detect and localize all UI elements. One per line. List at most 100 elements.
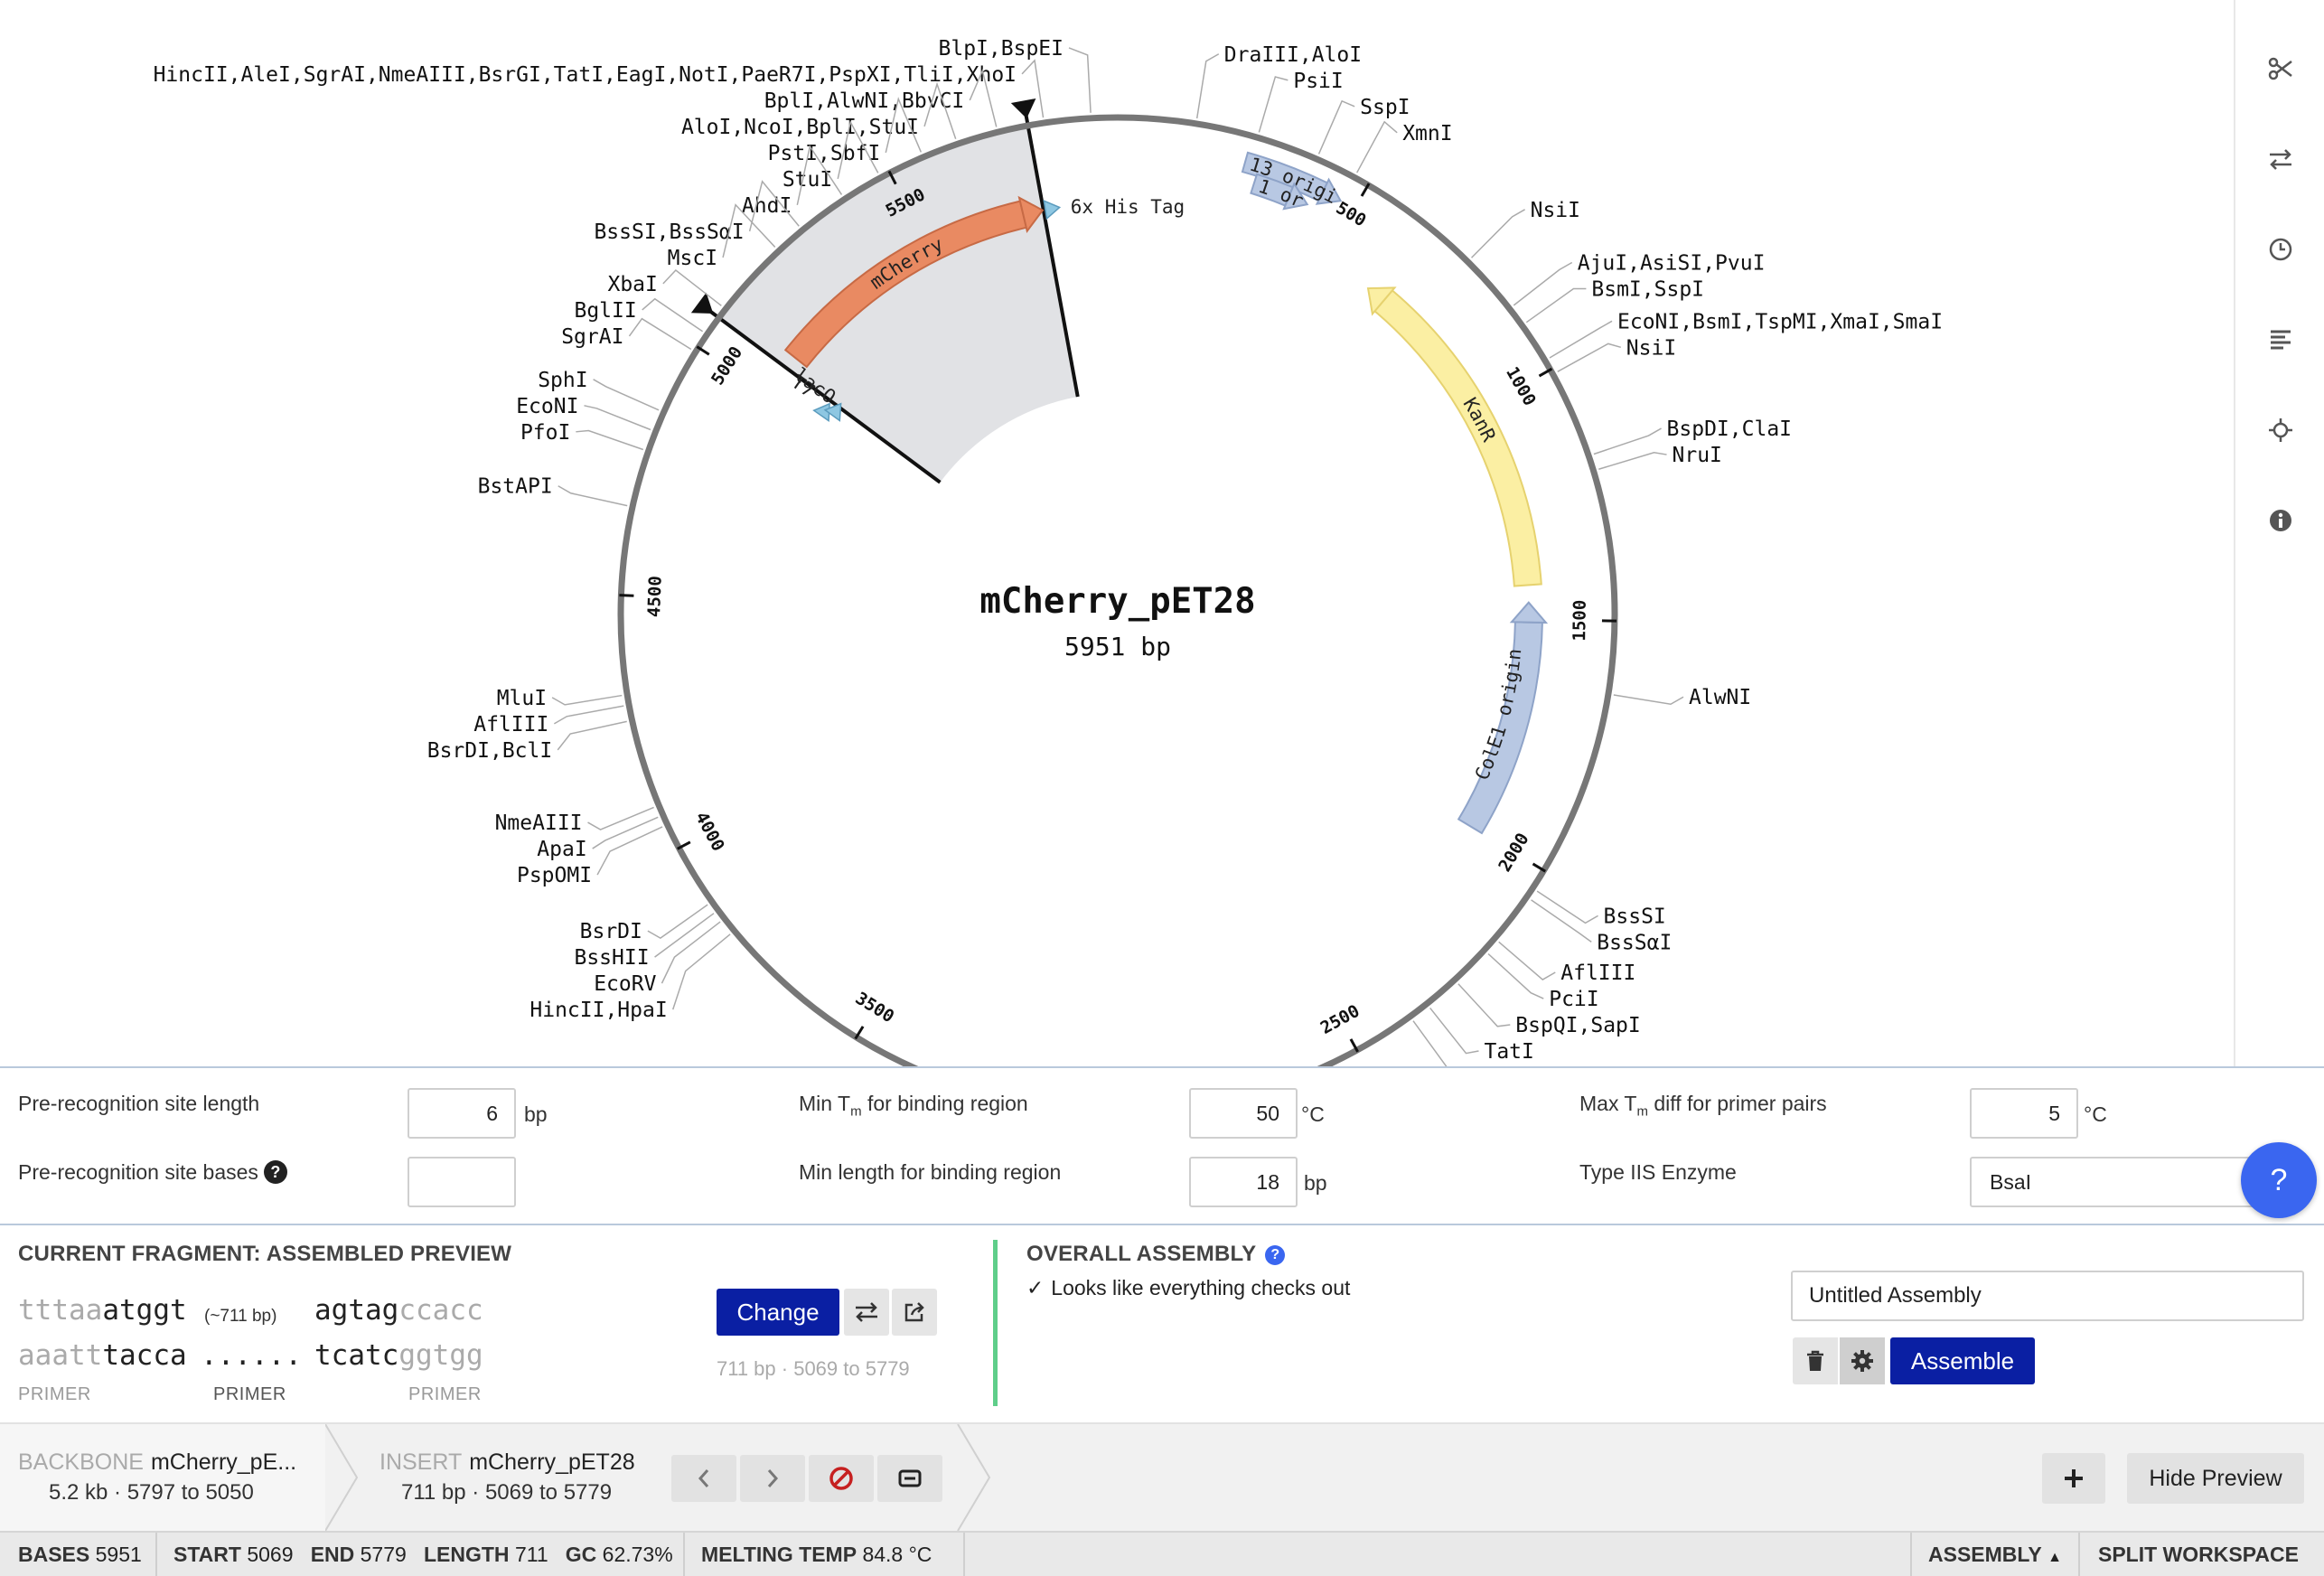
assemble-button[interactable]: Assemble bbox=[1890, 1337, 2035, 1384]
enzyme-label[interactable]: BstAPI bbox=[478, 475, 553, 499]
enzyme-cut-site[interactable]: SgrAI bbox=[561, 317, 692, 351]
enzyme-label[interactable]: ApaI bbox=[537, 838, 586, 861]
enzyme-cut-site[interactable]: PsiI bbox=[1258, 70, 1344, 133]
enzyme-label[interactable]: BsrDI,BclI bbox=[427, 739, 552, 763]
selection-cursor-marker[interactable] bbox=[690, 292, 714, 314]
enzyme-cut-site[interactable]: XmnI bbox=[1356, 120, 1453, 174]
enzyme-label[interactable]: AjuI,AsiSI,PvuI bbox=[1578, 252, 1766, 276]
next-fragment-button[interactable] bbox=[740, 1455, 805, 1502]
plasmid-map-viewer[interactable]: 500 1000 1500 2000 2500 3500 4000 4500 5000 5500 … bbox=[0, 0, 2234, 1066]
enzyme-label[interactable]: NmeAIII bbox=[495, 811, 583, 835]
enzyme-cut-site[interactable]: AflIII bbox=[473, 705, 624, 736]
enzyme-label[interactable]: AlwNI bbox=[1689, 686, 1751, 709]
feature-m13-origin[interactable]: M13 origin bbox=[0, 0, 1343, 208]
enzyme-label[interactable]: PfoI bbox=[520, 421, 570, 445]
enzyme-cut-site[interactable]: NruI bbox=[1598, 444, 1722, 470]
min-tm-input[interactable]: 50 bbox=[1189, 1088, 1298, 1139]
remove-fragment-button[interactable] bbox=[809, 1455, 874, 1502]
plasmid-map[interactable]: 500100015002000250035004000450050005500 … bbox=[0, 0, 2234, 1066]
split-workspace-toggle[interactable]: SPLIT WORKSPACE bbox=[2098, 1533, 2299, 1576]
enzyme-label[interactable]: AflIII bbox=[1560, 962, 1635, 985]
enzyme-label[interactable]: AhdI bbox=[742, 194, 792, 218]
enzyme-label[interactable]: TatI bbox=[1484, 1040, 1533, 1064]
max-tm-diff-input[interactable]: 5 bbox=[1970, 1088, 2078, 1139]
enzyme-cut-site[interactable]: BssSI bbox=[1536, 890, 1666, 928]
feature-kanr[interactable]: KanR bbox=[1364, 286, 1542, 587]
enzyme-label[interactable]: StuI bbox=[782, 168, 832, 192]
feature-cole1-origin[interactable]: ColE1 origin bbox=[1457, 601, 1549, 835]
enzyme-cut-site[interactable]: SspI bbox=[1317, 96, 1410, 155]
enzyme-label[interactable]: EcoRV bbox=[594, 972, 656, 996]
enzyme-label[interactable]: SspI bbox=[1360, 96, 1410, 119]
enzyme-layer[interactable]: BlpI,BspEIHincII,AleI,SgrAI,NmeAIII,BsrG… bbox=[154, 37, 1943, 1066]
enzyme-label[interactable]: NsiI bbox=[1531, 199, 1580, 222]
assembly-name-input[interactable]: Untitled Assembly bbox=[1791, 1271, 2304, 1321]
enzyme-label[interactable]: SphI bbox=[538, 369, 587, 392]
feature-f1-ori[interactable]: F1 ori bbox=[0, 0, 1309, 212]
hide-preview-button[interactable]: Hide Preview bbox=[2127, 1453, 2304, 1504]
enzyme-select[interactable]: BsaI bbox=[1970, 1157, 2268, 1207]
delete-assembly-button[interactable] bbox=[1793, 1337, 1838, 1384]
enzyme-cut-site[interactable]: EcoNI,BsmI,TspMI,XmaI,SmaI bbox=[1549, 310, 1943, 359]
export-fragment-button[interactable] bbox=[892, 1289, 937, 1336]
enzyme-label[interactable]: PspOMI bbox=[517, 864, 592, 887]
enzyme-label[interactable]: DraIII,AloI bbox=[1224, 43, 1362, 67]
enzyme-cut-site[interactable]: AlwNI bbox=[1613, 686, 1751, 709]
pre-site-length-input[interactable]: 6 bbox=[408, 1088, 516, 1139]
enzyme-label[interactable]: BspDI,ClaI bbox=[1667, 417, 1792, 441]
add-fragment-button[interactable] bbox=[2042, 1453, 2105, 1504]
enzyme-label[interactable]: BssSI bbox=[1604, 905, 1666, 928]
enzyme-cut-site[interactable]: NmeAIII bbox=[495, 806, 654, 835]
prev-fragment-button[interactable] bbox=[671, 1455, 736, 1502]
enzyme-label[interactable]: PsiI bbox=[1293, 70, 1343, 93]
enzyme-label[interactable]: BssHII bbox=[574, 946, 649, 970]
enzyme-label[interactable]: BsmI,SspI bbox=[1591, 278, 1704, 302]
enzyme-label[interactable]: AflIII bbox=[473, 713, 548, 736]
help-icon[interactable]: ? bbox=[1265, 1245, 1286, 1265]
enzyme-label[interactable]: NsiI bbox=[1626, 336, 1676, 360]
enzyme-label[interactable]: NruI bbox=[1673, 444, 1722, 467]
enzyme-cut-site[interactable]: BsrDI bbox=[580, 904, 708, 943]
enzyme-cut-site[interactable]: NsiI bbox=[1471, 199, 1580, 258]
help-button[interactable]: ? bbox=[2241, 1142, 2317, 1218]
info-icon[interactable] bbox=[2263, 502, 2299, 539]
scissors-icon[interactable] bbox=[2263, 51, 2299, 87]
enzyme-label[interactable]: BspQI,SapI bbox=[1515, 1014, 1640, 1037]
reverse-fragment-button[interactable] bbox=[844, 1289, 889, 1336]
enzyme-cut-site[interactable]: BstAPI bbox=[478, 475, 628, 507]
enzyme-label[interactable]: PciI bbox=[1549, 988, 1598, 1011]
assembly-toggle[interactable]: ASSEMBLY ▲ bbox=[1928, 1533, 2062, 1576]
enzyme-label[interactable]: BssSαI bbox=[1597, 931, 1672, 954]
change-button[interactable]: Change bbox=[717, 1289, 839, 1336]
selection-cursor-marker[interactable] bbox=[1010, 98, 1036, 119]
enzyme-label[interactable]: BglII bbox=[574, 299, 636, 323]
align-left-icon[interactable] bbox=[2263, 322, 2299, 358]
assembly-settings-button[interactable] bbox=[1840, 1337, 1885, 1384]
enzyme-label[interactable]: BssSI,BssSαI bbox=[594, 220, 744, 244]
enzyme-cut-site[interactable]: MluI bbox=[497, 687, 623, 710]
enzyme-label[interactable]: BlpI,BspEI bbox=[939, 37, 1064, 61]
small-feature-6x-his-tag[interactable]: 6x His Tag bbox=[1043, 196, 1185, 220]
enzyme-label[interactable]: HincII,AleI,SgrAI,NmeAIII,BsrGI,TatI,Eag… bbox=[154, 63, 1017, 87]
enzyme-label[interactable]: AloI,NcoI,BplI,StuI bbox=[681, 116, 919, 139]
enzyme-label[interactable]: SgrAI bbox=[561, 325, 623, 349]
selection-wedge[interactable] bbox=[718, 126, 1078, 483]
help-icon[interactable]: ? bbox=[263, 1160, 287, 1184]
enzyme-label[interactable]: HincII,HpaI bbox=[529, 999, 667, 1022]
min-length-input[interactable]: 18 bbox=[1189, 1157, 1298, 1207]
enzyme-cut-site[interactable]: NsiI bbox=[1557, 336, 1676, 372]
enzyme-label[interactable]: BsrDI bbox=[580, 920, 642, 943]
pre-site-bases-input[interactable] bbox=[408, 1157, 516, 1207]
enzyme-label[interactable]: XbaI bbox=[607, 273, 657, 296]
backbone-slot[interactable] bbox=[0, 1424, 325, 1531]
clock-icon[interactable] bbox=[2263, 231, 2299, 267]
crosshair-icon[interactable] bbox=[2263, 412, 2299, 448]
enzyme-label[interactable]: MluI bbox=[497, 687, 547, 710]
enzyme-label[interactable]: EcoNI bbox=[516, 395, 578, 418]
fragment-options-button[interactable] bbox=[877, 1455, 942, 1502]
enzyme-cut-site[interactable]: PfoI bbox=[520, 421, 644, 451]
enzyme-label[interactable]: EcoNI,BsmI,TspMI,XmaI,SmaI bbox=[1617, 310, 1943, 333]
swap-arrows-icon[interactable] bbox=[2263, 141, 2299, 177]
enzyme-label[interactable]: MscI bbox=[668, 247, 717, 270]
enzyme-label[interactable]: XmnI bbox=[1402, 122, 1452, 145]
